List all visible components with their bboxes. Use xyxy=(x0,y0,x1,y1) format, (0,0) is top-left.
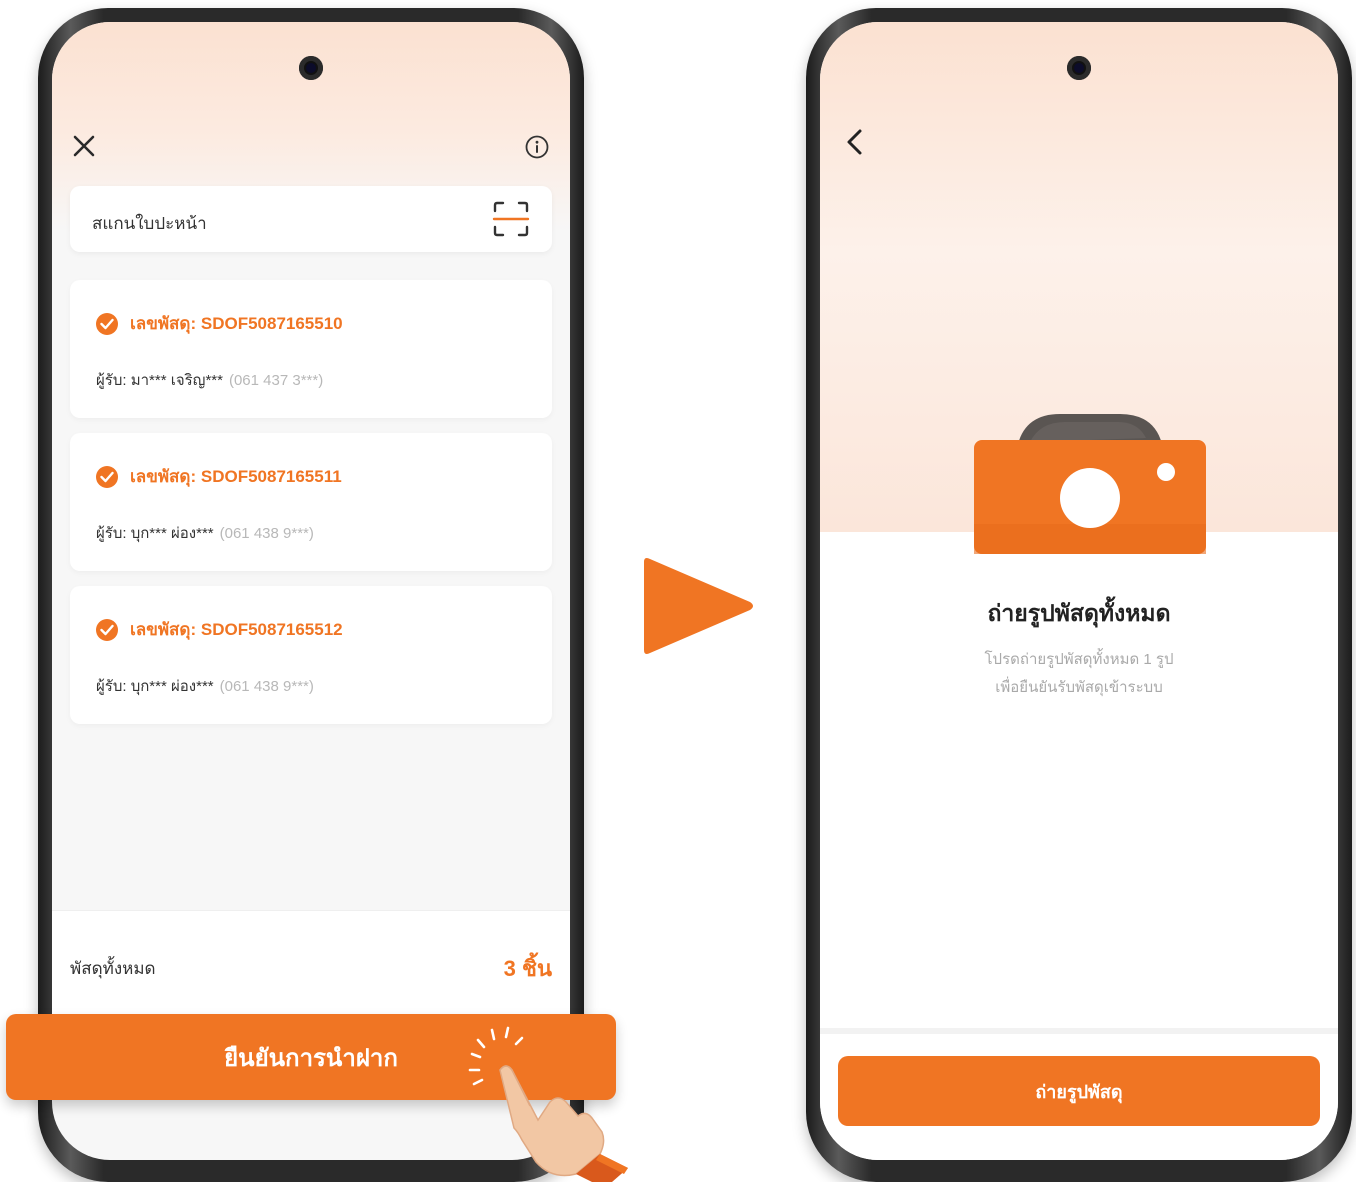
scan-icon[interactable] xyxy=(492,200,530,238)
parcel-list-screen: สแกนใบปะหน้า เลขพัสดุ: SDOF5087165510 ผู… xyxy=(52,22,570,1160)
divider xyxy=(820,1028,1338,1034)
recipient-phone: (061 437 3***) xyxy=(228,372,324,389)
parcel-id: เลขพัสดุ: SDOF5087165512 xyxy=(130,620,343,639)
recipient-name: ผู้รับ: มา*** เจริญ*** xyxy=(96,372,223,389)
parcel-card[interactable]: เลขพัสดุ: SDOF5087165511 ผู้รับ: บุก*** … xyxy=(70,433,552,571)
check-icon xyxy=(96,465,118,488)
front-camera xyxy=(299,56,323,80)
info-icon[interactable] xyxy=(524,134,550,160)
recipient-phone: (061 438 9***) xyxy=(219,678,314,695)
front-camera xyxy=(1067,56,1091,80)
back-icon[interactable] xyxy=(842,126,868,158)
total-label: พัสดุทั้งหมด xyxy=(70,959,156,978)
parcel-card[interactable]: เลขพัสดุ: SDOF5087165510 ผู้รับ: มา*** เ… xyxy=(70,280,552,418)
left-phone-frame: สแกนใบปะหน้า เลขพัสดุ: SDOF5087165510 ผู… xyxy=(38,8,584,1182)
right-phone-frame: ถ่ายรูปพัสดุทั้งหมด โปรดถ่ายรูปพัสดุทั้ง… xyxy=(806,8,1352,1182)
recipient-info: ผู้รับ: บุก*** ผ่อง*** (061 438 9***) xyxy=(96,674,314,698)
parcel-title: เลขพัสดุ: SDOF5087165510 xyxy=(96,310,343,337)
close-icon[interactable] xyxy=(70,132,98,160)
take-photo-button[interactable]: ถ่ายรูปพัสดุ xyxy=(838,1056,1320,1126)
parcel-id: เลขพัสดุ: SDOF5087165511 xyxy=(130,467,342,486)
parcel-id: เลขพัสดุ: SDOF5087165510 xyxy=(130,314,343,333)
check-icon xyxy=(96,312,118,335)
tap-hand-icon xyxy=(468,1026,628,1182)
arrow-icon xyxy=(644,558,753,654)
scan-placeholder: สแกนใบปะหน้า xyxy=(92,214,207,233)
recipient-name: ผู้รับ: บุก*** ผ่อง*** xyxy=(96,525,214,542)
recipient-info: ผู้รับ: มา*** เจริญ*** (061 437 3***) xyxy=(96,368,323,392)
photo-capture-screen: ถ่ายรูปพัสดุทั้งหมด โปรดถ่ายรูปพัสดุทั้ง… xyxy=(820,22,1338,1160)
page-title: ถ่ายรูปพัสดุทั้งหมด xyxy=(987,600,1171,626)
parcel-card[interactable]: เลขพัสดุ: SDOF5087165512 ผู้รับ: บุก*** … xyxy=(70,586,552,724)
parcel-title: เลขพัสดุ: SDOF5087165512 xyxy=(96,616,343,643)
recipient-name: ผู้รับ: บุก*** ผ่อง*** xyxy=(96,678,214,695)
camera-icon xyxy=(974,414,1206,554)
instruction-line: เพื่อยืนยันรับพัสดุเข้าระบบ xyxy=(995,679,1163,696)
check-icon xyxy=(96,618,118,641)
recipient-info: ผู้รับ: บุก*** ผ่อง*** (061 438 9***) xyxy=(96,521,314,545)
scan-field[interactable]: สแกนใบปะหน้า xyxy=(70,186,552,252)
instruction-line: โปรดถ่ายรูปพัสดุทั้งหมด 1 รูป xyxy=(984,651,1174,668)
total-summary: พัสดุทั้งหมด 3 ชิ้น xyxy=(52,910,570,1031)
parcel-title: เลขพัสดุ: SDOF5087165511 xyxy=(96,463,342,490)
total-count: 3 ชิ้น xyxy=(503,956,552,981)
instruction-text: โปรดถ่ายรูปพัสดุทั้งหมด 1 รูป เพื่อยืนยั… xyxy=(820,646,1338,702)
recipient-phone: (061 438 9***) xyxy=(219,525,314,542)
